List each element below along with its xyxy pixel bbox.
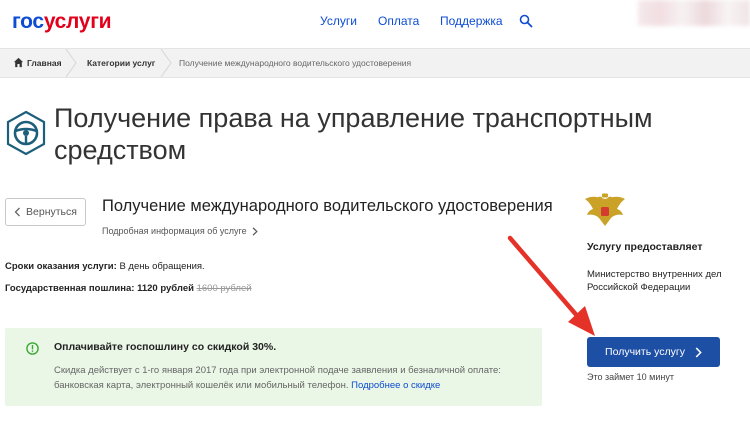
page-title: Получение права на управление транспортн…	[54, 103, 653, 165]
service-term: Сроки оказания услуги: В день обращения.	[5, 261, 205, 272]
service-title: Получение международного водительского у…	[102, 197, 553, 215]
get-service-label: Получить услугу	[605, 346, 685, 358]
chevron-left-icon	[14, 207, 20, 217]
breadcrumb: Главная Категории услуг Получение междун…	[0, 48, 750, 78]
chevron-right-icon	[695, 346, 702, 358]
service-term-label: Сроки оказания услуги:	[5, 261, 117, 272]
service-fee-old: 1600 рублей	[196, 283, 252, 294]
check-circle-icon	[26, 342, 39, 355]
service-fee: Государственная пошлина: 1120 рублей 160…	[5, 283, 252, 294]
top-header: госуслуги Услуги Оплата Поддержка	[0, 0, 750, 44]
breadcrumb-separator-icon	[160, 49, 172, 77]
breadcrumb-categories[interactable]: Категории услуг	[87, 49, 155, 77]
get-service-button[interactable]: Получить услугу	[587, 337, 720, 367]
nav-payment[interactable]: Оплата	[378, 14, 419, 28]
logo-part-1: гос	[12, 10, 44, 33]
arrow-head	[568, 306, 595, 336]
back-button-label: Вернуться	[26, 206, 77, 218]
coat-of-arms-icon	[585, 193, 625, 226]
provider-name: Министерство внутренних дел Российской Ф…	[587, 269, 722, 293]
breadcrumb-home[interactable]: Главная	[27, 49, 62, 77]
service-details-link[interactable]: Подробная информация об услуге	[102, 226, 258, 236]
home-icon	[13, 57, 24, 68]
arrow-shaft	[507, 235, 582, 321]
nav-services[interactable]: Услуги	[320, 14, 357, 28]
service-term-value: В день обращения.	[119, 261, 205, 272]
blurred-user-area	[638, 0, 750, 26]
discount-title: Оплачивайте госпошлину со скидкой 30%.	[54, 341, 277, 353]
search-icon[interactable]	[519, 14, 533, 28]
discount-text: Скидка действует с 1-го января 2017 года…	[54, 363, 534, 393]
service-fee-value: 1120 рублей	[137, 283, 194, 294]
service-fee-label: Государственная пошлина:	[5, 283, 135, 294]
logo-part-2: услуги	[43, 10, 112, 33]
steering-wheel-icon	[6, 110, 46, 156]
back-button[interactable]: Вернуться	[5, 198, 86, 226]
service-eta: Это займет 10 минут	[587, 372, 674, 382]
gosuslugi-logo[interactable]: госуслуги	[12, 10, 112, 34]
discount-more-link[interactable]: Подробнее о скидке	[351, 380, 440, 391]
provider-heading: Услугу предоставляет	[587, 241, 703, 253]
breadcrumb-separator-icon	[65, 49, 77, 77]
nav-support[interactable]: Поддержка	[440, 14, 503, 28]
service-details-label: Подробная информация об услуге	[102, 226, 247, 236]
breadcrumb-current: Получение международного водительского у…	[179, 58, 412, 68]
chevron-right-icon	[252, 226, 258, 236]
